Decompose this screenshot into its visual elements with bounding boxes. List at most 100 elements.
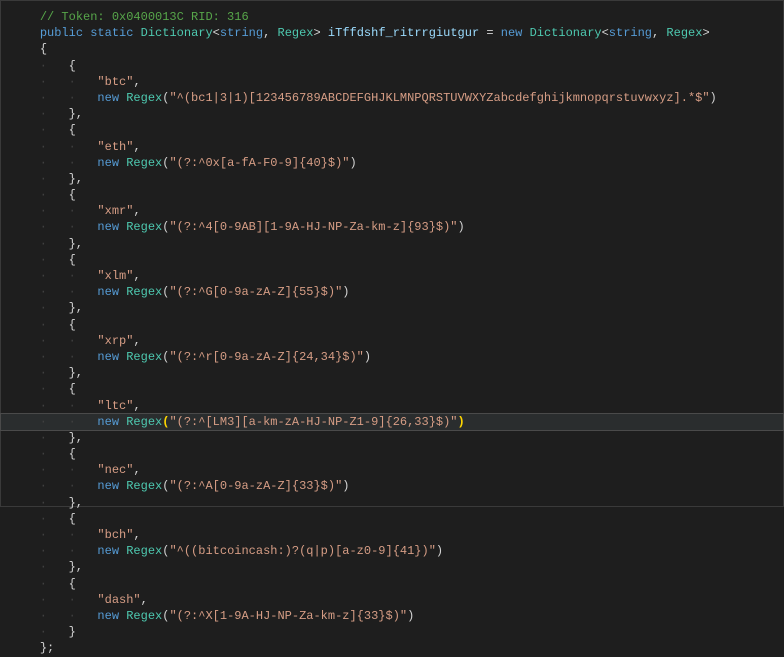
type: Regex <box>126 156 162 170</box>
brace-close: }, <box>69 366 83 380</box>
brace-close: }; <box>40 641 54 655</box>
code-line[interactable]: · }, <box>1 430 783 446</box>
keyword: new <box>501 26 523 40</box>
code-line[interactable]: · · "xmr", <box>1 203 783 219</box>
code-line[interactable]: }; <box>1 640 783 656</box>
code-line[interactable]: // Token: 0x0400013C RID: 316 <box>1 9 783 25</box>
code-line[interactable]: public static Dictionary<string, Regex> … <box>1 25 783 41</box>
type: Regex <box>126 609 162 623</box>
regex-pattern: "^((bitcoincash:)?(q|p)[a-z0-9]{41})" <box>169 544 435 558</box>
code-line[interactable]: · · "xrp", <box>1 333 783 349</box>
type: Regex <box>126 350 162 364</box>
code-line[interactable]: · }, <box>1 559 783 575</box>
paren-close: ) <box>342 479 349 493</box>
paren-open: ( <box>162 544 169 558</box>
code-line[interactable]: · · "dash", <box>1 592 783 608</box>
code-line[interactable]: · · "eth", <box>1 139 783 155</box>
dict-key: "dash" <box>97 593 140 607</box>
dict-key: "xrp" <box>97 334 133 348</box>
keyword: new <box>97 609 119 623</box>
code-line[interactable]: · } <box>1 624 783 640</box>
regex-pattern: "(?:^A[0-9a-zA-Z]{33}$)" <box>169 479 342 493</box>
dict-key: "xlm" <box>97 269 133 283</box>
code-line[interactable]: · }, <box>1 171 783 187</box>
brace-close: }, <box>69 172 83 186</box>
regex-pattern: "(?:^G[0-9a-zA-Z]{55}$)" <box>169 285 342 299</box>
brace-close: }, <box>69 301 83 315</box>
type: Regex <box>126 544 162 558</box>
regex-pattern: "(?:^r[0-9a-zA-Z]{24,34}$)" <box>169 350 363 364</box>
code-line[interactable]: · · "bch", <box>1 527 783 543</box>
type: Regex <box>126 415 162 429</box>
brace-open: { <box>69 253 76 267</box>
keyword: new <box>97 544 119 558</box>
code-line[interactable]: · { <box>1 511 783 527</box>
brace-open: { <box>69 59 76 73</box>
code-line[interactable]: · · new Regex("(?:^0x[a-fA-F0-9]{40}$)") <box>1 155 783 171</box>
brace-open: { <box>69 188 76 202</box>
code-line[interactable]: · · "ltc", <box>1 398 783 414</box>
keyword: new <box>97 220 119 234</box>
paren-close: ) <box>458 220 465 234</box>
keyword: new <box>97 156 119 170</box>
code-line[interactable]: · { <box>1 187 783 203</box>
code-line[interactable]: · { <box>1 446 783 462</box>
dict-key: "xmr" <box>97 204 133 218</box>
regex-pattern: "(?:^[LM3][a-km-zA-HJ-NP-Z1-9]{26,33}$)" <box>169 415 457 429</box>
code-line[interactable]: · }, <box>1 106 783 122</box>
code-line[interactable]: · · new Regex("(?:^[LM3][a-km-zA-HJ-NP-Z… <box>1 414 783 430</box>
code-line[interactable]: { <box>1 41 783 57</box>
type: Dictionary <box>141 26 213 40</box>
dict-key: "nec" <box>97 463 133 477</box>
brace-close: }, <box>69 237 83 251</box>
paren-close: ) <box>436 544 443 558</box>
type: Regex <box>126 285 162 299</box>
regex-pattern: "(?:^4[0-9AB][1-9A-HJ-NP-Za-km-z]{93}$)" <box>169 220 457 234</box>
code-line[interactable]: · · new Regex("^((bitcoincash:)?(q|p)[a-… <box>1 543 783 559</box>
code-line[interactable]: · · "btc", <box>1 74 783 90</box>
code-line[interactable]: · · "xlm", <box>1 268 783 284</box>
dict-key: "bch" <box>97 528 133 542</box>
code-line[interactable]: · · new Regex("(?:^A[0-9a-zA-Z]{33}$)") <box>1 478 783 494</box>
code-line[interactable]: · { <box>1 58 783 74</box>
type: Dictionary <box>530 26 602 40</box>
keyword: static <box>90 26 133 40</box>
keyword: new <box>97 285 119 299</box>
code-line[interactable]: · }, <box>1 300 783 316</box>
code-line[interactable]: · { <box>1 381 783 397</box>
paren-open: ( <box>162 609 169 623</box>
code-line[interactable]: · { <box>1 122 783 138</box>
type: Regex <box>278 26 314 40</box>
code-line[interactable]: · · new Regex("(?:^G[0-9a-zA-Z]{55}$)") <box>1 284 783 300</box>
comment-text: // Token: 0x0400013C RID: 316 <box>40 10 249 24</box>
code-line[interactable]: · { <box>1 252 783 268</box>
paren-close: ) <box>349 156 356 170</box>
paren-close: ) <box>342 285 349 299</box>
code-line[interactable]: · }, <box>1 495 783 511</box>
type: Regex <box>126 479 162 493</box>
code-line[interactable]: · · new Regex("(?:^4[0-9AB][1-9A-HJ-NP-Z… <box>1 219 783 235</box>
code-line[interactable]: · { <box>1 317 783 333</box>
type: string <box>609 26 652 40</box>
brace-close: }, <box>69 496 83 510</box>
code-editor: // Token: 0x0400013C RID: 316 public sta… <box>1 9 783 657</box>
code-line[interactable]: · · new Regex("(?:^r[0-9a-zA-Z]{24,34}$)… <box>1 349 783 365</box>
regex-pattern: "^(bc1|3|1)[123456789ABCDEFGHJKLMNPQRSTU… <box>169 91 709 105</box>
brace-close: }, <box>69 560 83 574</box>
code-line[interactable]: · · "nec", <box>1 462 783 478</box>
dict-key: "ltc" <box>97 399 133 413</box>
brace-close: }, <box>69 107 83 121</box>
brace-open: { <box>69 447 76 461</box>
code-line[interactable]: · · new Regex("(?:^X[1-9A-HJ-NP-Za-km-z]… <box>1 608 783 624</box>
keyword: new <box>97 350 119 364</box>
paren-close: ) <box>364 350 371 364</box>
type: Regex <box>126 220 162 234</box>
type: Regex <box>666 26 702 40</box>
brace-close: } <box>69 625 76 639</box>
code-line[interactable]: · { <box>1 576 783 592</box>
brace-close: }, <box>69 431 83 445</box>
code-line[interactable]: · }, <box>1 236 783 252</box>
code-line[interactable]: · }, <box>1 365 783 381</box>
brace-open: { <box>40 42 47 56</box>
code-line[interactable]: · · new Regex("^(bc1|3|1)[123456789ABCDE… <box>1 90 783 106</box>
